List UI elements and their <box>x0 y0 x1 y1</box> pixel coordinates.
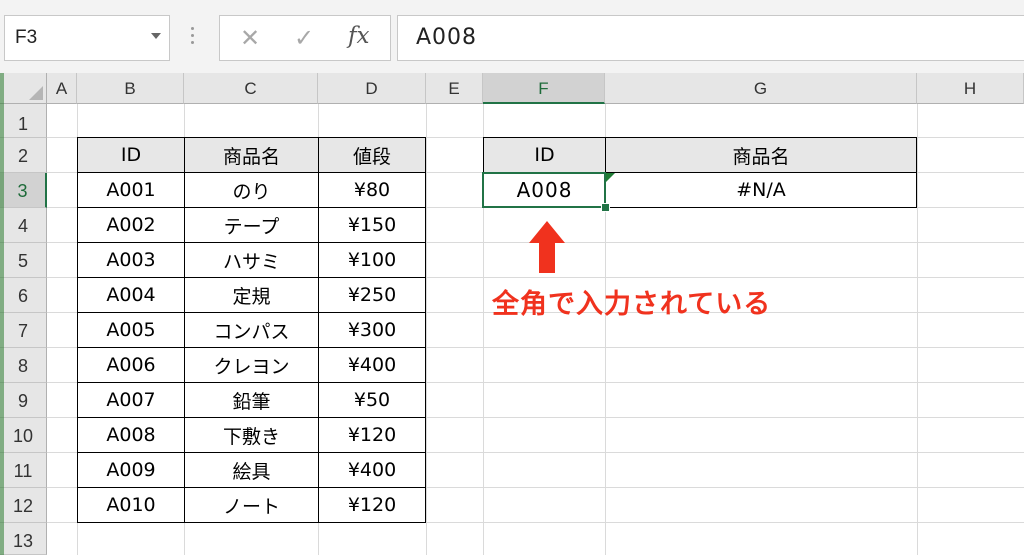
row-header-2[interactable]: 2 <box>0 138 47 173</box>
name-box-dropdown-icon[interactable] <box>151 33 161 39</box>
lookup-header-id[interactable]: ID <box>483 137 606 173</box>
red-up-arrow-icon <box>529 221 565 273</box>
row-header-11[interactable]: 11 <box>0 453 47 488</box>
table-cell-product-name[interactable]: 鉛筆 <box>184 382 319 418</box>
table-cell-price[interactable]: ¥300 <box>318 312 426 348</box>
row-header-8[interactable]: 8 <box>0 348 47 383</box>
name-box-value: F3 <box>15 27 38 48</box>
lookup-header-product-name[interactable]: 商品名 <box>605 137 917 173</box>
column-header-h[interactable]: H <box>917 73 1024 104</box>
table-cell-price[interactable]: ¥100 <box>318 242 426 278</box>
row-header-3[interactable]: 3 <box>0 173 47 208</box>
formula-bar: F3 ✕ ✓ fx A008 <box>0 0 1024 73</box>
table-cell-price[interactable]: ¥120 <box>318 487 426 523</box>
table-cell-id[interactable]: A009 <box>77 452 185 488</box>
select-all-button[interactable] <box>0 73 47 104</box>
column-header-e[interactable]: E <box>426 73 483 104</box>
table-cell-id[interactable]: A001 <box>77 172 185 208</box>
insert-function-icon[interactable]: fx <box>348 23 369 49</box>
column-header-c[interactable]: C <box>184 73 318 104</box>
table-cell-price[interactable]: ¥50 <box>318 382 426 418</box>
table-cell-id[interactable]: A005 <box>77 312 185 348</box>
table-cell-price[interactable]: ¥80 <box>318 172 426 208</box>
table-cell-id[interactable]: A002 <box>77 207 185 243</box>
table-cell-product-name[interactable]: テープ <box>184 207 319 243</box>
column-header-a[interactable]: A <box>47 73 77 104</box>
table-cell-price[interactable]: ¥250 <box>318 277 426 313</box>
row-header-13[interactable]: 13 <box>0 523 47 555</box>
annotation-text: 全角で入力されている <box>492 289 772 320</box>
table-cell-product-name[interactable]: コンパス <box>184 312 319 348</box>
table-cell-product-name[interactable]: 定規 <box>184 277 319 313</box>
cancel-icon[interactable]: ✕ <box>240 24 260 52</box>
formula-bar-grip-icon[interactable] <box>191 27 195 47</box>
table-cell-product-name[interactable]: 下敷き <box>184 417 319 453</box>
column-header-b[interactable]: B <box>77 73 184 104</box>
table-cell-product-name[interactable]: クレヨン <box>184 347 319 383</box>
table-header-product-name[interactable]: 商品名 <box>184 137 319 173</box>
table-cell-price[interactable]: ¥120 <box>318 417 426 453</box>
table-cell-id[interactable]: A010 <box>77 487 185 523</box>
row-header-12[interactable]: 12 <box>0 488 47 523</box>
enter-icon[interactable]: ✓ <box>294 24 314 52</box>
row-header-4[interactable]: 4 <box>0 208 47 243</box>
error-indicator-icon[interactable] <box>606 173 615 182</box>
table-cell-product-name[interactable]: 絵具 <box>184 452 319 488</box>
column-header-f[interactable]: F <box>483 73 605 104</box>
table-cell-id[interactable]: A006 <box>77 347 185 383</box>
table-cell-id[interactable]: A004 <box>77 277 185 313</box>
row-header-5[interactable]: 5 <box>0 243 47 278</box>
row-header-10[interactable]: 10 <box>0 418 47 453</box>
row-header-6[interactable]: 6 <box>0 278 47 313</box>
table-cell-product-name[interactable]: のり <box>184 172 319 208</box>
table-cell-product-name[interactable]: ノート <box>184 487 319 523</box>
table-cell-id[interactable]: A003 <box>77 242 185 278</box>
column-header-d[interactable]: D <box>318 73 426 104</box>
window-edge <box>0 73 4 555</box>
select-all-icon <box>29 86 43 100</box>
table-cell-id[interactable]: A007 <box>77 382 185 418</box>
table-cell-id[interactable]: A008 <box>77 417 185 453</box>
formula-value: A008 <box>416 25 478 50</box>
table-cell-price[interactable]: ¥400 <box>318 347 426 383</box>
row-header-9[interactable]: 9 <box>0 383 47 418</box>
table-header-id[interactable]: ID <box>77 137 185 173</box>
name-box[interactable]: F3 <box>4 15 170 61</box>
lookup-result-cell[interactable]: #N/A <box>605 172 917 208</box>
table-cell-price[interactable]: ¥400 <box>318 452 426 488</box>
row-header-7[interactable]: 7 <box>0 313 47 348</box>
table-cell-product-name[interactable]: ハサミ <box>184 242 319 278</box>
fill-handle[interactable] <box>601 203 610 212</box>
column-header-g[interactable]: G <box>605 73 917 104</box>
table-header-price[interactable]: 値段 <box>318 137 426 173</box>
active-cell-selection <box>482 172 606 208</box>
formula-buttons: ✕ ✓ fx <box>219 15 391 61</box>
formula-input[interactable]: A008 <box>397 15 1024 61</box>
row-header-1[interactable]: 1 <box>0 104 47 138</box>
table-cell-price[interactable]: ¥150 <box>318 207 426 243</box>
